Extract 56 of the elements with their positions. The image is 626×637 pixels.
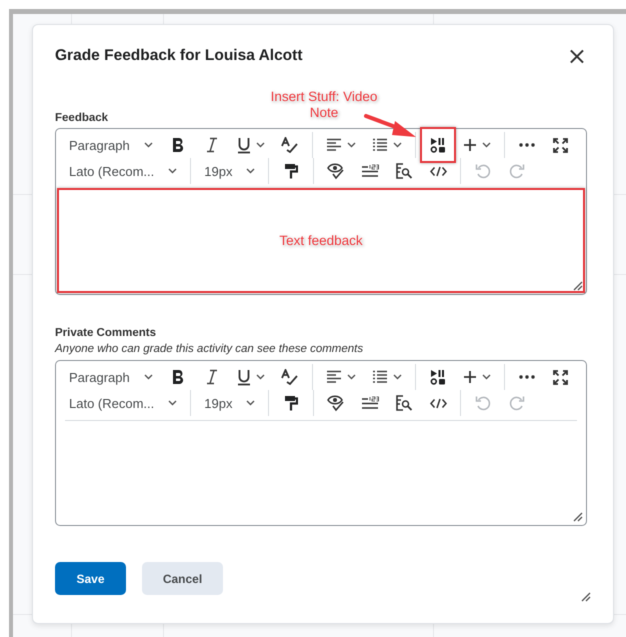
plus-icon	[462, 138, 477, 152]
resize-handle-icon[interactable]	[572, 511, 583, 522]
eye-check-icon	[327, 394, 346, 412]
field-label: Private Comments	[55, 327, 156, 339]
plus-icon	[462, 370, 477, 384]
dropdown[interactable]: 19px	[199, 391, 260, 415]
text-editor[interactable]: Paragraph Lato (Recom... 19px	[55, 360, 587, 526]
word-count-icon	[361, 396, 380, 410]
undo-icon	[475, 395, 492, 411]
spellcheck-icon	[281, 137, 298, 153]
align-left-icon	[326, 138, 342, 152]
list-icon	[372, 138, 388, 152]
paint-roller-icon	[284, 394, 298, 412]
video-note-button[interactable]	[420, 127, 456, 163]
find-replace-icon	[396, 163, 413, 179]
italic-icon	[206, 137, 218, 153]
dropdown[interactable]: Lato (Recom...	[64, 391, 182, 415]
more-icon	[518, 143, 535, 147]
code-icon	[430, 398, 447, 408]
find-replace-icon	[396, 395, 413, 411]
bold-icon	[170, 137, 185, 153]
redo-icon	[509, 395, 526, 411]
paint-roller-icon	[284, 162, 298, 180]
more-icon	[518, 375, 535, 379]
list-icon	[372, 370, 388, 384]
bold-icon	[170, 369, 185, 385]
field-label: Feedback	[55, 112, 108, 124]
dropdown[interactable]: Paragraph	[64, 133, 158, 157]
save-button[interactable]: Save	[55, 562, 126, 595]
text-editor[interactable]: Paragraph Lato (Recom... 19px Text feedback	[55, 128, 587, 295]
underline-icon	[236, 136, 251, 154]
play-pause-icon	[430, 137, 446, 153]
play-pause-icon	[430, 369, 446, 385]
annotation-label: Text feedback	[279, 233, 363, 248]
spellcheck-icon	[281, 369, 298, 385]
dropdown[interactable]: 19px	[199, 159, 260, 183]
eye-check-icon	[327, 162, 346, 180]
code-icon	[430, 166, 447, 176]
undo-icon	[475, 163, 492, 179]
underline-icon	[236, 368, 251, 386]
dropdown[interactable]: Paragraph	[64, 365, 158, 389]
align-left-icon	[326, 370, 342, 384]
fullscreen-icon	[553, 138, 568, 152]
dialog-title: Grade Feedback for Louisa Alcott	[55, 47, 302, 65]
italic-icon	[206, 369, 218, 385]
dropdown[interactable]: Lato (Recom...	[64, 159, 182, 183]
annotation-label: Insert Stuff: Video Note	[270, 89, 378, 121]
field-hint: Anyone who can grade this activity can see these comments	[55, 343, 364, 355]
annotation-arrow	[363, 113, 417, 139]
close-button[interactable]: ×	[566, 44, 587, 68]
redo-icon	[509, 163, 526, 179]
resize-handle-icon[interactable]	[580, 591, 591, 602]
resize-handle-icon[interactable]	[572, 280, 583, 291]
fullscreen-icon	[553, 370, 568, 384]
cancel-button[interactable]: Cancel	[142, 562, 223, 595]
word-count-icon	[361, 164, 380, 178]
